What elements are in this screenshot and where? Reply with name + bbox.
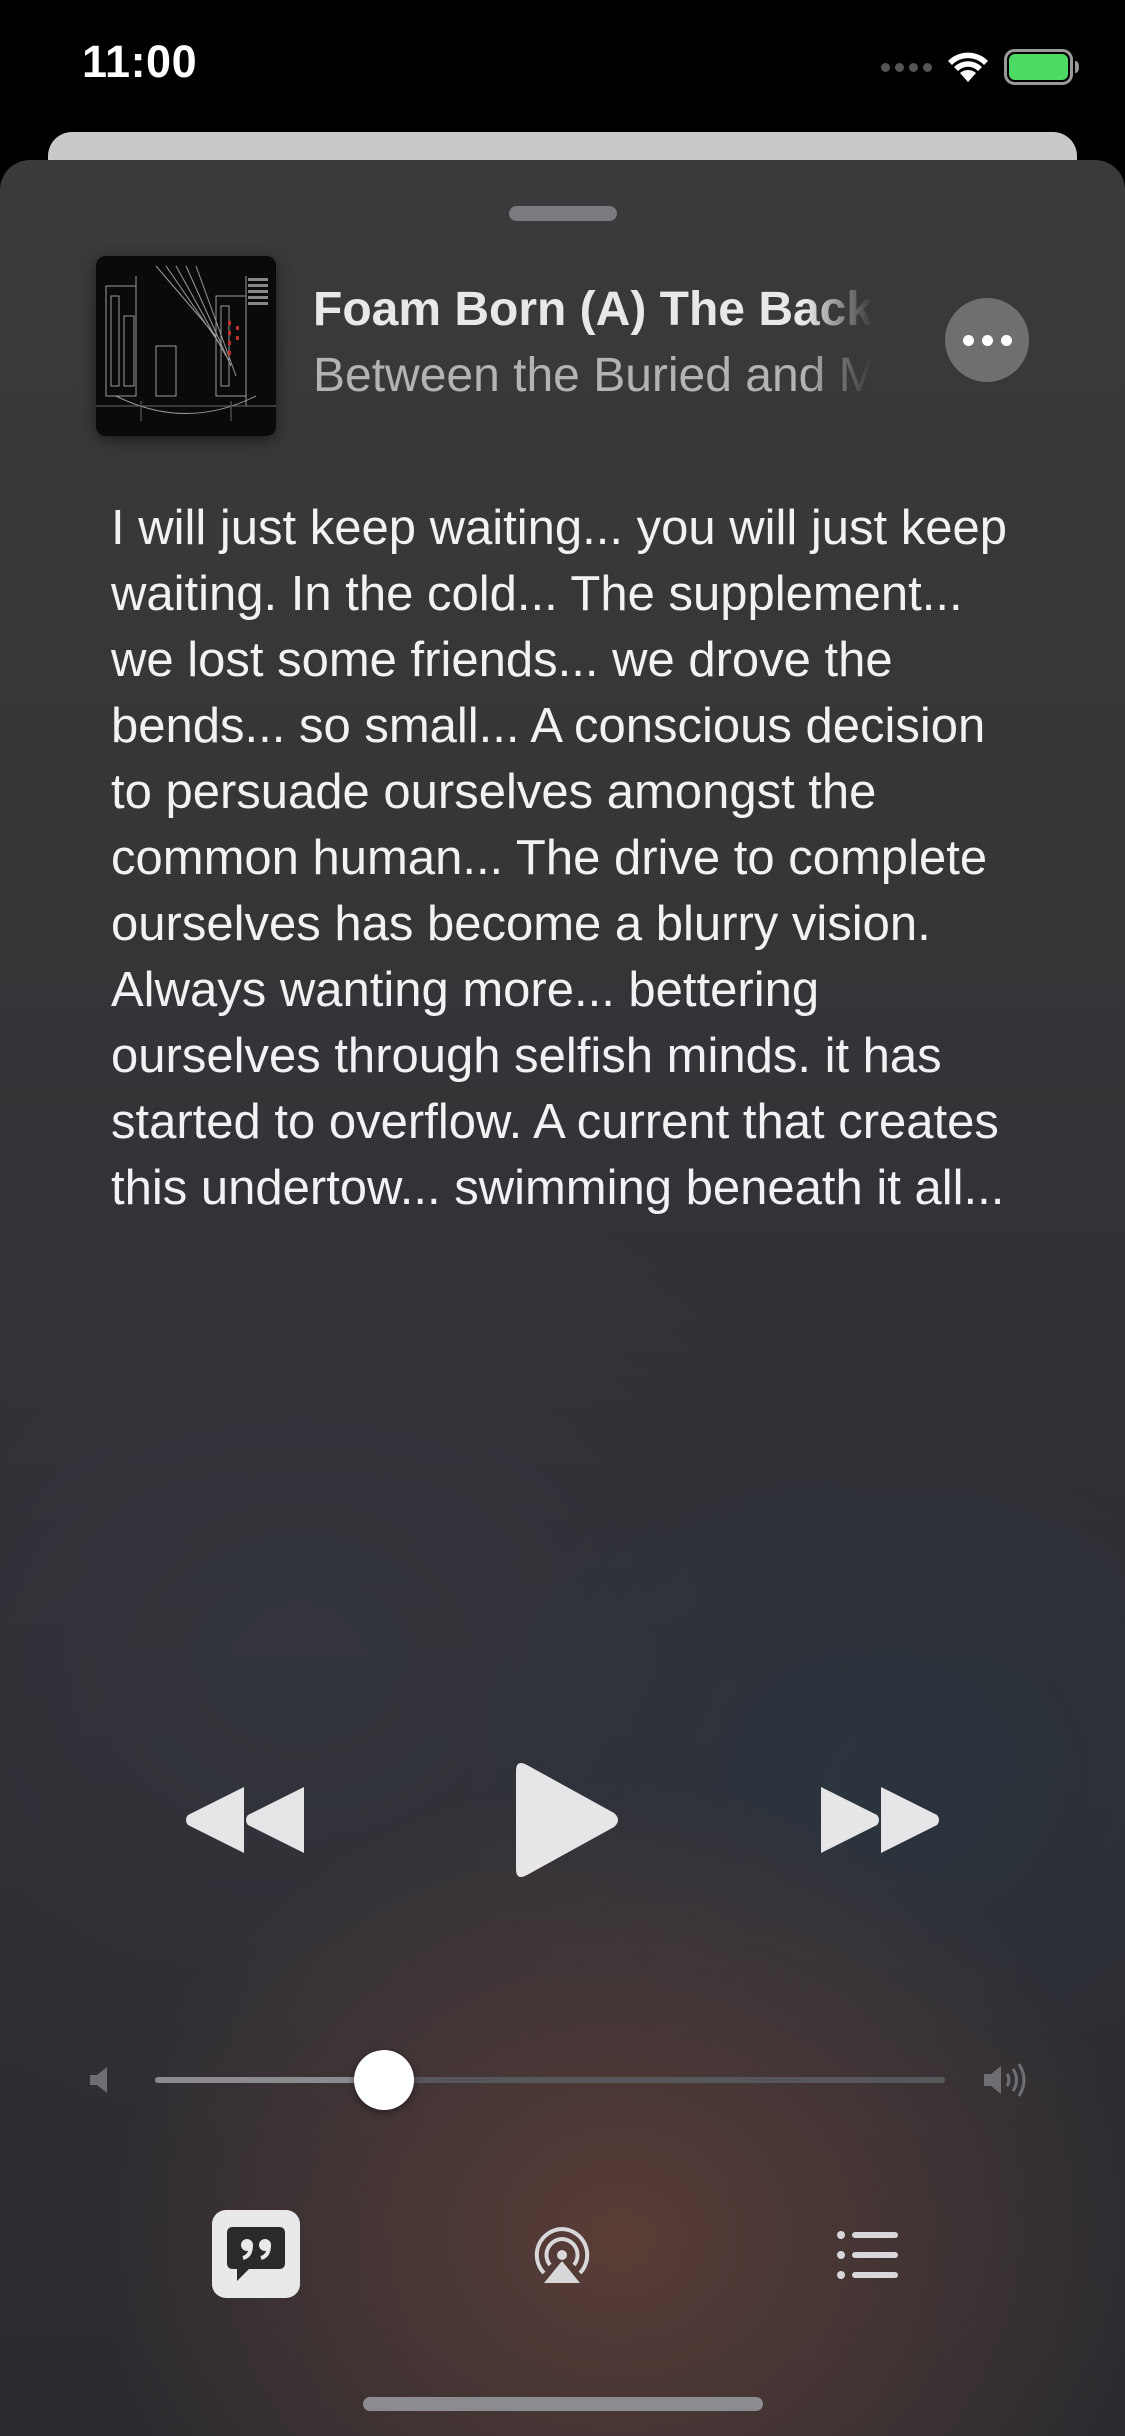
track-title[interactable]: Foam Born (A) The Backtrack <box>313 282 873 337</box>
lyrics-quote-icon <box>227 2227 285 2281</box>
wifi-icon <box>948 52 988 82</box>
volume-slider[interactable] <box>155 2050 945 2110</box>
airplay-button[interactable] <box>517 2210 607 2300</box>
airplay-icon <box>534 2227 590 2283</box>
status-bar: 11:00 <box>0 0 1125 135</box>
fast-forward-icon <box>821 1787 939 1853</box>
volume-slider-fill <box>155 2077 385 2083</box>
track-artist[interactable]: Between the Buried and Me <box>313 348 873 403</box>
status-time: 11:00 <box>82 36 198 87</box>
album-artwork[interactable] <box>96 256 276 436</box>
lyrics-button[interactable] <box>212 2210 300 2298</box>
queue-list-icon <box>837 2231 898 2279</box>
more-options-button[interactable] <box>945 298 1029 382</box>
rewind-button[interactable] <box>170 1745 320 1895</box>
lyrics-text[interactable]: I will just keep waiting... you will jus… <box>111 495 1011 1221</box>
more-ellipsis-icon <box>962 334 974 346</box>
speaker-low-icon <box>90 2067 107 2093</box>
home-indicator[interactable] <box>363 2397 763 2411</box>
queue-button[interactable] <box>823 2210 913 2300</box>
play-button[interactable] <box>490 1745 640 1895</box>
volume-control <box>0 2050 1125 2110</box>
speaker-high-icon <box>984 2063 1026 2097</box>
fast-forward-button[interactable] <box>805 1745 955 1895</box>
sheet-grabber-handle[interactable] <box>509 206 617 221</box>
play-icon <box>516 1763 618 1877</box>
volume-slider-thumb[interactable] <box>354 2050 415 2110</box>
rewind-icon <box>186 1787 304 1853</box>
status-icons <box>881 46 1080 88</box>
cellular-signal-icon <box>881 62 932 72</box>
battery-icon <box>1004 49 1079 85</box>
